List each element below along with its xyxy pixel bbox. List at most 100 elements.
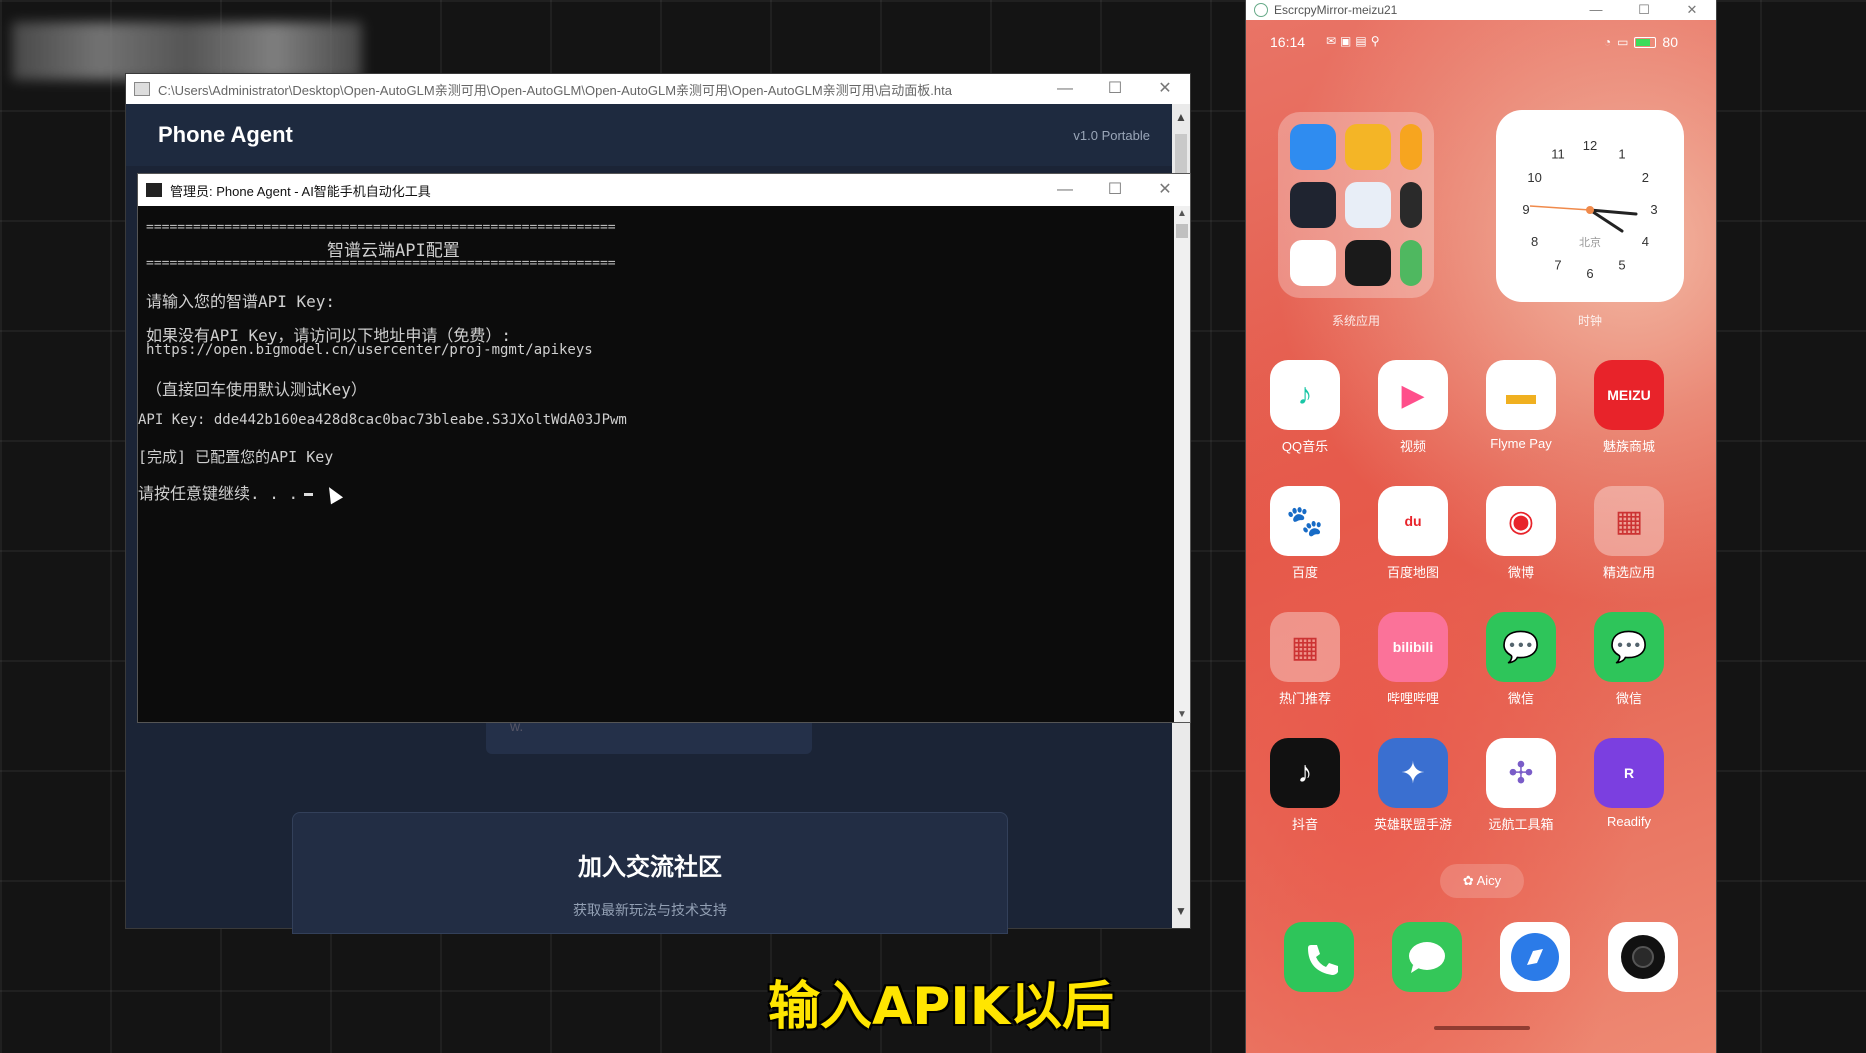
browser-app-icon[interactable] [1500, 922, 1570, 992]
separator-line: ========================================… [146, 256, 616, 271]
notification-icons: ✉▣▤⚲ [1326, 34, 1384, 48]
mirror-app-icon [1254, 3, 1268, 17]
console-maximize-button[interactable]: ☐ [1090, 175, 1140, 205]
app-label: 英雄联盟手游 [1373, 817, 1452, 832]
clock-number: 8 [1531, 234, 1538, 249]
toolbox-app-icon: ✣ [1486, 738, 1556, 808]
console-output[interactable]: ========================================… [138, 206, 1174, 722]
console-close-button[interactable]: ✕ [1140, 175, 1190, 205]
app-tile[interactable]: ◉ 微博 [1476, 486, 1566, 581]
wechat-app-icon: 💬 [1486, 612, 1556, 682]
app-tile[interactable]: 🐾 百度 [1260, 486, 1350, 581]
ai-sparkle-icon [1290, 182, 1336, 228]
text-cursor [304, 493, 314, 496]
app-tile[interactable]: ✦ 英雄联盟手游 [1368, 738, 1458, 833]
scroll-up-arrow-icon[interactable]: ▲ [1172, 110, 1190, 124]
douyin-app-icon: ♪ [1270, 738, 1340, 808]
app-tile[interactable]: ▦ 热门推荐 [1260, 612, 1350, 707]
clock-number: 2 [1642, 170, 1649, 185]
phone-app-icon[interactable] [1284, 922, 1354, 992]
video-app-icon: ▶ [1378, 360, 1448, 430]
clock-number: 5 [1618, 257, 1625, 272]
battery-level: 80 [1662, 34, 1678, 50]
system-apps-folder[interactable] [1278, 112, 1434, 298]
app-tile[interactable]: ▶ 视频 [1368, 360, 1458, 455]
hta-window-title: C:\Users\Administrator\Desktop\Open-Auto… [158, 82, 952, 98]
clock-number: 9 [1522, 202, 1529, 217]
app-tile[interactable]: ▬ Flyme Pay [1476, 360, 1566, 451]
bilibili-app-icon: bilibili [1378, 612, 1448, 682]
clock-widget[interactable]: 12 1 2 3 4 5 6 7 8 9 10 11 北京 [1496, 110, 1684, 302]
signal-icon: ▭ [1617, 35, 1629, 49]
app-tile[interactable]: ▦ 精选应用 [1584, 486, 1674, 581]
status-bar: 16:14 ✉▣▤⚲ ◔ ▭ 80 [1246, 34, 1716, 54]
app-tile[interactable]: du 百度地图 [1368, 486, 1458, 581]
phone-mirror-window: EscrcpyMirror-meizu21 — ☐ ✕ 16:14 ✉▣▤⚲ ◔… [1246, 0, 1716, 1053]
app-label: 魅族商城 [1602, 439, 1655, 454]
app-tile[interactable]: ♪ QQ音乐 [1260, 360, 1350, 455]
app-tile[interactable]: 💬 微信 [1584, 612, 1674, 707]
clock-label: 时钟 [1577, 314, 1602, 328]
weibo-app-icon: ◉ [1486, 486, 1556, 556]
scroll-down-arrow-icon[interactable]: ▼ [1172, 904, 1190, 918]
clock-number: 12 [1583, 138, 1597, 153]
minimize-button[interactable]: — [1040, 74, 1090, 104]
aicy-button[interactable]: ✿ Aicy [1440, 864, 1524, 898]
mirror-maximize-button[interactable]: ☐ [1620, 0, 1668, 20]
aicy-label: Aicy [1476, 873, 1502, 888]
api-key-url: https://open.bigmodel.cn/usercenter/proj… [146, 342, 593, 358]
status-right: ◔ ▭ 80 [1604, 34, 1678, 50]
home-indicator[interactable] [1434, 1026, 1530, 1030]
app-tile[interactable]: ♪ 抖音 [1260, 738, 1350, 833]
api-key-prompt: 请输入您的智谱API Key: [146, 292, 336, 311]
clock-number: 7 [1554, 257, 1561, 272]
baidu-app-icon: 🐾 [1270, 486, 1340, 556]
mirror-titlebar[interactable]: EscrcpyMirror-meizu21 — ☐ ✕ [1246, 0, 1716, 20]
app-label: Readify [1606, 814, 1652, 829]
done-line: [完成] 已配置您的API Key [138, 448, 334, 466]
qq-music-app-icon: ♪ [1270, 360, 1340, 430]
mirror-close-button[interactable]: ✕ [1668, 0, 1716, 20]
mouse-pointer-icon [322, 483, 344, 505]
recorder-app-icon [1290, 240, 1336, 286]
app-label: 微信 [1615, 691, 1642, 706]
more-apps-icon [1400, 240, 1422, 286]
mirror-minimize-button[interactable]: — [1572, 0, 1620, 20]
community-title: 加入交流社区 [578, 854, 722, 881]
console-titlebar[interactable]: 管理员: Phone Agent - AI智能手机自动化工具 — ☐ ✕ [138, 174, 1190, 206]
wechat-clone-app-icon: 💬 [1594, 612, 1664, 682]
separator-line: ========================================… [146, 220, 616, 235]
close-button[interactable]: ✕ [1140, 74, 1190, 104]
mirror-window-title: EscrcpyMirror-meizu21 [1274, 3, 1398, 17]
hta-header: Phone Agent v1.0 Portable [126, 104, 1190, 166]
app-tile[interactable]: bilibili 哔哩哔哩 [1368, 612, 1458, 707]
console-window-title: 管理员: Phone Agent - AI智能手机自动化工具 [170, 183, 431, 199]
phone-screen[interactable]: 16:14 ✉▣▤⚲ ◔ ▭ 80 系统应用 12 1 2 3 4 5 6 7 8 [1246, 20, 1716, 1053]
video-subtitle: 输入APIK以后 [768, 977, 1114, 1037]
console-scroll-down-icon[interactable]: ▼ [1174, 709, 1190, 720]
clock-face-icon: 121234567891011 北京 [1522, 138, 1657, 281]
app-tile[interactable]: MEIZU 魅族商城 [1584, 360, 1674, 455]
battery-icon [1634, 36, 1657, 48]
console-minimize-button[interactable]: — [1040, 175, 1090, 205]
continue-text: 请按任意键继续. . . [138, 484, 299, 503]
app-label: 百度 [1291, 565, 1318, 580]
clock-number: 4 [1642, 234, 1649, 249]
app-tile[interactable]: 💬 微信 [1476, 612, 1566, 707]
hta-titlebar[interactable]: C:\Users\Administrator\Desktop\Open-Auto… [126, 74, 1190, 104]
clock-number: 3 [1650, 202, 1657, 217]
app-label: 百度地图 [1386, 565, 1439, 580]
continue-line: 请按任意键继续. . . [138, 480, 314, 504]
camera-app-icon[interactable] [1608, 922, 1678, 992]
version-label: v1.0 Portable [1073, 127, 1150, 143]
app-label: 远航工具箱 [1488, 817, 1554, 832]
messages-app-icon[interactable] [1392, 922, 1462, 992]
console-scroll-thumb[interactable] [1176, 224, 1188, 238]
console-scroll-up-icon[interactable]: ▲ [1174, 208, 1190, 219]
console-scrollbar[interactable]: ▲ ▼ [1174, 206, 1190, 722]
app-label: 热门推荐 [1278, 691, 1331, 706]
maximize-button[interactable]: ☐ [1090, 74, 1140, 104]
app-tile[interactable]: R Readify [1584, 738, 1674, 829]
app-tile[interactable]: ✣ 远航工具箱 [1476, 738, 1566, 833]
community-card[interactable]: 加入交流社区 获取最新玩法与技术支持 [292, 812, 1008, 934]
